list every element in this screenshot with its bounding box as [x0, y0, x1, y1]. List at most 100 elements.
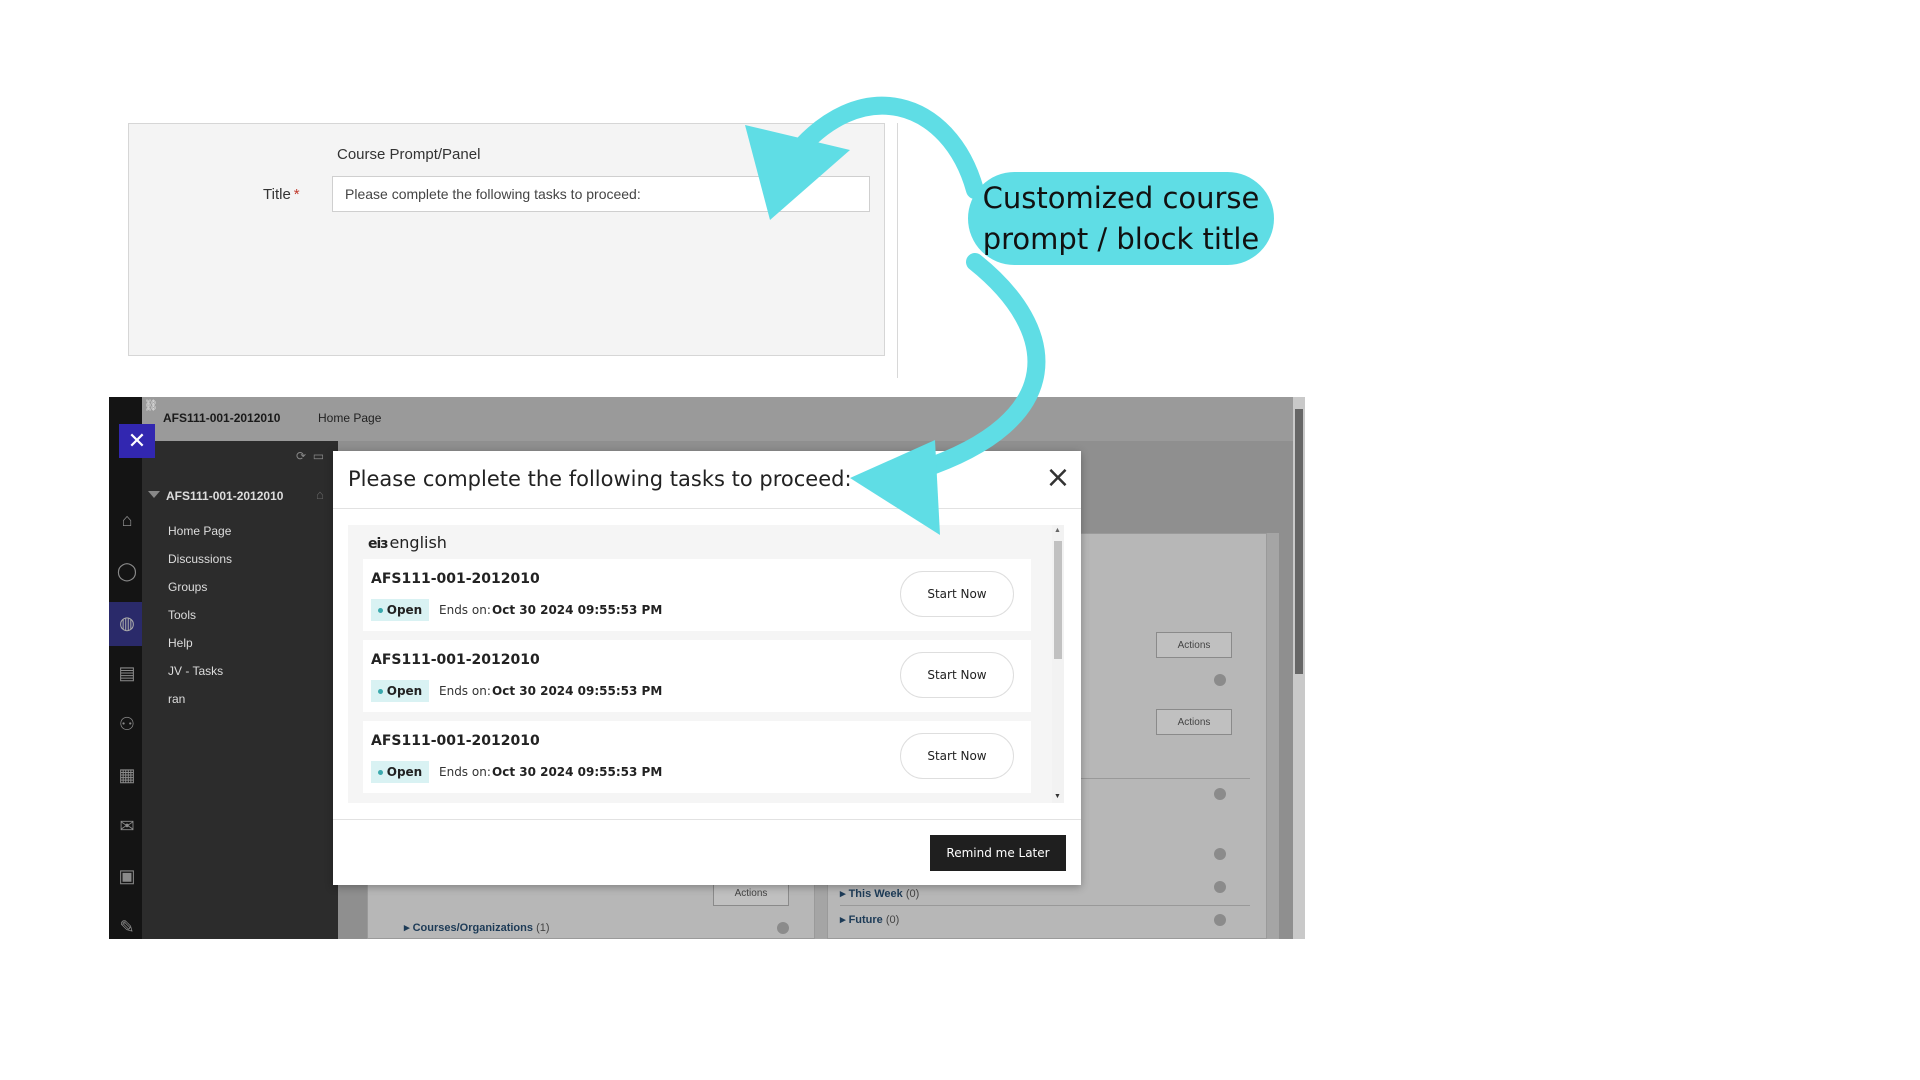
task-name: AFS111-001-2012010	[371, 652, 540, 668]
chevron-down-icon[interactable]	[1214, 788, 1226, 800]
globe-icon[interactable]: ◍	[116, 612, 138, 634]
title-input[interactable]	[332, 176, 870, 212]
folder-icon[interactable]: ▭	[313, 449, 324, 463]
user-icon[interactable]: ◯	[116, 560, 138, 582]
status-text: Open	[386, 684, 423, 698]
edit-icon[interactable]: ✎	[116, 916, 138, 938]
page-scrollbar-thumb[interactable]	[1295, 409, 1303, 674]
courses-organizations-label: Courses/Organizations	[412, 922, 533, 934]
actions-label: Actions	[1177, 639, 1211, 651]
future-label: Future	[848, 914, 883, 926]
panel-heading: Course Prompt/Panel	[337, 146, 481, 163]
actions-label: Actions	[1177, 716, 1211, 728]
chevron-down-icon[interactable]	[148, 491, 160, 498]
start-now-button[interactable]: Start Now	[900, 571, 1014, 617]
task-list[interactable]: eiз english AFS111-001-2012010 Open Ends …	[348, 525, 1052, 803]
brand-logo: eiз english	[368, 533, 447, 552]
task-card: AFS111-001-2012010 Open Ends on: Oct 30 …	[363, 640, 1031, 712]
chevron-down-icon[interactable]	[1214, 674, 1226, 686]
close-nav-button[interactable]: ✕	[119, 424, 155, 458]
brand-mark: eiз	[368, 536, 388, 552]
ends-value: Oct 30 2024 09:55:53 PM	[492, 684, 663, 698]
status-dot	[377, 769, 383, 775]
annotation-callout: Customized course prompt / block title	[968, 172, 1274, 265]
status-dot	[377, 688, 383, 694]
title-label: Title *	[263, 186, 300, 203]
courses-organizations-count: (1)	[536, 922, 550, 934]
callout-line-1: Customized course	[982, 180, 1260, 215]
task-name: AFS111-001-2012010	[371, 733, 540, 749]
modal-title: Please complete the following tasks to p…	[348, 467, 852, 491]
nav-course-title[interactable]: AFS111-001-2012010	[166, 489, 283, 503]
start-now-button[interactable]: Start Now	[900, 652, 1014, 698]
home-icon[interactable]: ⌂	[316, 487, 324, 502]
task-name: AFS111-001-2012010	[371, 571, 540, 587]
title-label-text: Title	[263, 186, 291, 203]
divider	[840, 905, 1250, 906]
institution-icon[interactable]: ⌂	[116, 509, 138, 531]
link-icon: ⛓	[144, 400, 158, 412]
course-nav-panel: ⟳ ▭ AFS111-001-2012010 ⌂ Home Page Discu…	[142, 441, 338, 939]
modal-footer-divider	[333, 819, 1081, 820]
scroll-down-icon[interactable]: ▼	[1054, 793, 1061, 800]
chevron-down-icon[interactable]	[1214, 848, 1226, 860]
nav-item-home-page[interactable]: Home Page	[168, 524, 231, 538]
task-prompt-modal: Please complete the following tasks to p…	[333, 451, 1081, 885]
ends-value: Oct 30 2024 09:55:53 PM	[492, 765, 663, 779]
brand-text: english	[389, 533, 447, 552]
chevron-down-icon[interactable]	[1214, 881, 1226, 893]
remind-me-later-button[interactable]: Remind me Later	[930, 835, 1066, 871]
mail-icon[interactable]: ✉	[116, 815, 138, 837]
panel-divider	[897, 123, 898, 378]
grades-icon[interactable]: ▣	[116, 865, 138, 887]
refresh-icon[interactable]: ⟳	[296, 449, 306, 463]
book-icon[interactable]: ▤	[116, 662, 138, 684]
this-week-count: (0)	[905, 888, 920, 900]
stage: Course Prompt/Panel Title* AFS111-001-20…	[0, 0, 1920, 1080]
close-icon: ✕	[127, 428, 147, 453]
nav-item-jv-tasks[interactable]: JV - Tasks	[168, 664, 223, 678]
calendar-icon[interactable]: ▦	[116, 764, 138, 786]
status-badge: Open	[371, 761, 429, 783]
nav-tools: ⟳ ▭	[296, 449, 324, 463]
task-card: AFS111-001-2012010 Open Ends on: Oct 30 …	[363, 559, 1031, 631]
breadcrumb[interactable]: Home Page	[318, 411, 381, 425]
actions-button[interactable]: Actions	[1156, 632, 1232, 658]
status-text: Open	[386, 603, 423, 617]
chevron-down-icon[interactable]	[1214, 914, 1226, 926]
status-badge: Open	[371, 599, 429, 621]
this-week-link[interactable]: ▸ This Week (0)	[840, 887, 919, 900]
course-code: AFS111-001-2012010	[163, 411, 281, 425]
actions-label: Actions	[734, 887, 768, 899]
callout-line-2: prompt / block title	[982, 221, 1260, 256]
nav-item-groups[interactable]: Groups	[168, 580, 207, 594]
nav-item-discussions[interactable]: Discussions	[168, 552, 232, 566]
ends-value: Oct 30 2024 09:55:53 PM	[492, 603, 663, 617]
modal-header-divider	[333, 508, 1081, 509]
courses-organizations-link[interactable]: ▸ Courses/Organizations (1)	[404, 921, 550, 934]
close-icon[interactable]: ×	[1045, 463, 1071, 493]
ends-label: Ends on:	[439, 765, 491, 779]
nav-item-help[interactable]: Help	[168, 636, 193, 650]
status-badge: Open	[371, 680, 429, 702]
status-dot	[377, 607, 383, 613]
actions-button[interactable]: Actions	[1156, 709, 1232, 735]
nav-item-ran[interactable]: ran	[168, 692, 185, 706]
people-icon[interactable]: ⚇	[116, 713, 138, 735]
course-prompt-settings-panel: Course Prompt/Panel Title *	[128, 123, 885, 356]
chevron-down-icon[interactable]	[777, 922, 789, 934]
status-text: Open	[386, 765, 423, 779]
nav-item-tools[interactable]: Tools	[168, 608, 196, 622]
global-nav-rail: ⌂ ◯ ◍ ▤ ⚇ ▦ ✉ ▣ ✎	[109, 397, 142, 939]
task-card: AFS111-001-2012010 Open Ends on: Oct 30 …	[363, 721, 1031, 793]
ends-label: Ends on:	[439, 603, 491, 617]
start-now-button[interactable]: Start Now	[900, 733, 1014, 779]
future-count: (0)	[885, 914, 900, 926]
ends-label: Ends on:	[439, 684, 491, 698]
future-link[interactable]: ▸ Future (0)	[840, 913, 899, 926]
this-week-label: This Week	[848, 888, 903, 900]
lms-topbar: AFS111-001-2012010 Home Page	[109, 397, 1305, 441]
task-list-scrollbar-thumb[interactable]	[1054, 541, 1062, 659]
scroll-up-icon[interactable]: ▲	[1054, 527, 1061, 534]
required-mark: *	[293, 186, 300, 203]
